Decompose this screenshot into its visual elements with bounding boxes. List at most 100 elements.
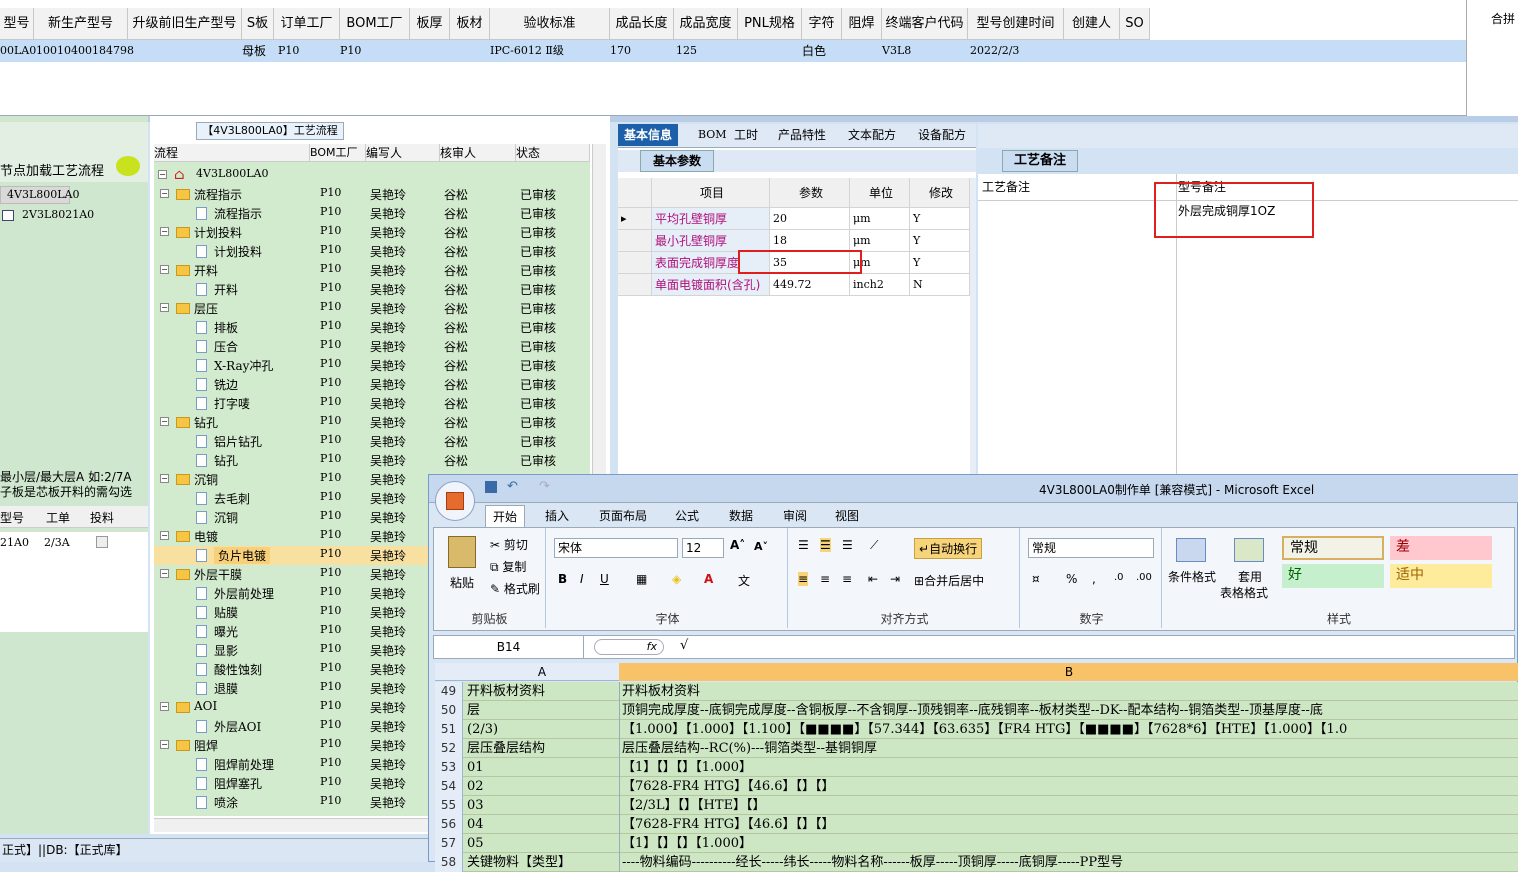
name-box[interactable]: B14 [434,636,584,658]
font-color-icon[interactable]: A [704,572,713,586]
cell-b[interactable]: 【2/3L】【】【HTE】【】 [619,796,1518,815]
tab-basic-info[interactable]: 基本信息 [618,124,679,146]
orientation-icon[interactable]: ⟋ [870,538,878,553]
tab-view[interactable]: 视图 [827,505,867,527]
param-cell[interactable]: 449.72 [770,274,850,296]
merge-center-button[interactable]: ⊞合并后居中 [914,572,984,589]
collapse-icon[interactable]: − [160,569,169,578]
table-format-button-2[interactable]: 表格格式 [1220,584,1268,601]
col-header[interactable]: 状态 [516,144,590,162]
align-middle-icon[interactable]: ☰ [820,538,831,552]
tree-row[interactable]: 开料 P10 吴艳玲 谷松 已审核 [154,280,572,299]
col-header[interactable]: 升级前旧生产型号 [128,8,242,40]
param-cell[interactable]: 18 [770,230,850,252]
col-header[interactable]: 板材 [450,8,490,40]
cell-b[interactable]: 开料板材资料 [619,682,1518,701]
col-header[interactable]: 终端客户代码 [882,8,968,40]
cut-button[interactable]: ✂ 剪切 [490,536,528,553]
fx-icon[interactable]: fx [594,639,664,655]
format-painter-button[interactable]: ✎ 格式刷 [490,580,540,597]
col-header[interactable]: 订单工厂 [274,8,340,40]
col-header[interactable]: 参数 [770,178,850,208]
tab-basic-params[interactable]: 基本参数 [640,150,714,172]
col-header[interactable]: 核审人 [440,144,516,162]
row-number[interactable]: 54 [435,777,463,796]
cell-a[interactable]: 05 [467,834,617,853]
param-cell[interactable]: 20 [770,208,850,230]
tree-row[interactable]: 钻孔 P10 吴艳玲 谷松 已审核 [154,451,572,470]
align-left-icon[interactable]: ≡ [798,572,809,586]
decrease-decimal-icon[interactable]: .00 [1136,572,1152,583]
tab-formulas[interactable]: 公式 [667,505,707,527]
number-format-select[interactable]: 常规 [1028,538,1154,558]
sheet-row[interactable]: 51 (2/3) 【1.000】【1.000】【1.100】【■■■■】【57.34… [435,720,1518,739]
undo-icon[interactable]: ↶ [507,479,518,494]
cell-a[interactable]: 01 [467,758,617,777]
row-header[interactable] [618,274,652,296]
col-header[interactable]: SO [1120,8,1150,40]
cell-b[interactable]: 【7628-FR4 HTG】【46.6】【】【】 [619,777,1518,796]
col-header[interactable]: 流程 [154,144,310,162]
check-icon[interactable]: √ [680,638,688,653]
phonetic-icon[interactable]: 文 [738,572,750,589]
cell-a[interactable]: 开料板材资料 [467,682,617,701]
redo-icon[interactable]: ↷ [539,479,550,494]
font-name-select[interactable]: 宋体 [554,538,678,558]
percent-icon[interactable]: % [1066,572,1077,586]
currency-icon[interactable]: ¤ [1032,572,1040,586]
tree-row[interactable]: X-Ray冲孔 P10 吴艳玲 谷松 已审核 [154,356,572,375]
tab-insert[interactable]: 插入 [537,505,577,527]
border-icon[interactable]: ▦ [636,572,647,586]
col-header[interactable]: BOM工厂 [340,8,410,40]
collapse-icon[interactable]: − [158,170,167,179]
col-header[interactable]: 验收标准 [490,8,610,40]
save-icon[interactable] [485,481,497,493]
col-header[interactable]: 字符 [802,8,842,40]
collapse-icon[interactable]: − [160,474,169,483]
copy-button[interactable]: ⧉ 复制 [490,558,526,575]
style-neutral[interactable]: 适中 [1390,564,1492,588]
table-format-icon[interactable] [1234,538,1264,562]
cell-b[interactable]: 层压叠层结构--RC(%)---铜箔类型--基铜铜厚 [619,739,1518,758]
sheet-row[interactable]: 57 05 【1】【】【】【1.000】 [435,834,1518,853]
shrink-font-icon[interactable]: A˅ [754,540,768,553]
comma-icon[interactable]: , [1092,572,1096,586]
sheet-row[interactable]: 58 关键物料【类型】 ----物料编码----------经长-----纬长---… [435,853,1518,872]
cell-a[interactable]: 关键物料【类型】 [467,853,617,872]
tree-row[interactable]: − 层压 P10 吴艳玲 谷松 已审核 [154,299,572,318]
grow-font-icon[interactable]: A˄ [730,538,745,552]
col-header[interactable]: 单位 [850,178,910,208]
cell-b[interactable]: 【7628-FR4 HTG】【46.6】【】【】 [619,815,1518,834]
tree-row[interactable]: 计划投料 P10 吴艳玲 谷松 已审核 [154,242,572,261]
row-number[interactable]: 52 [435,739,463,758]
col-header[interactable]: 编写人 [366,144,440,162]
tree-row[interactable]: 铣边 P10 吴艳玲 谷松 已审核 [154,375,572,394]
col-header[interactable]: 成品宽度 [674,8,738,40]
sheet-row[interactable]: 49 开料板材资料 开料板材资料 [435,682,1518,701]
underline-icon[interactable]: U [600,572,609,586]
chat-bubble-icon[interactable] [116,156,140,176]
align-center-icon[interactable]: ≡ [820,572,830,586]
tab-process-notes[interactable]: 工艺备注 [1002,150,1078,172]
tab-review[interactable]: 审阅 [775,505,815,527]
tab-bom[interactable]: BOM [692,124,733,146]
font-size-select[interactable]: 12 [682,538,724,558]
increase-indent-icon[interactable]: ⇥ [890,572,900,586]
row-header[interactable] [618,252,652,274]
col-b-header[interactable]: B [619,663,1518,681]
collapse-icon[interactable]: − [160,227,169,236]
bold-icon[interactable]: B [558,572,567,586]
conditional-format-button[interactable]: 条件格式 [1168,568,1216,585]
decrease-indent-icon[interactable]: ⇤ [868,572,878,586]
row-number[interactable]: 49 [435,682,463,701]
tab-home[interactable]: 开始 [485,505,525,527]
sheet-row[interactable]: 50 层顶铜完成厚度--底铜完成厚度--含铜板厚--不含铜厚--顶残铜率--底残铜… [435,701,1518,720]
tree-row[interactable]: − 钻孔 P10 吴艳玲 谷松 已审核 [154,413,572,432]
row-number[interactable]: 55 [435,796,463,815]
collapse-icon[interactable]: − [160,265,169,274]
col-header[interactable]: BOM工厂 [310,144,366,162]
col-header[interactable]: PNL规格 [738,8,802,40]
col-header[interactable]: 修改 [910,178,970,208]
col-header[interactable]: 阻焊 [842,8,882,40]
cell-b[interactable]: 【1.000】【1.000】【1.100】【■■■■】【57.344】【63.6… [619,720,1518,739]
